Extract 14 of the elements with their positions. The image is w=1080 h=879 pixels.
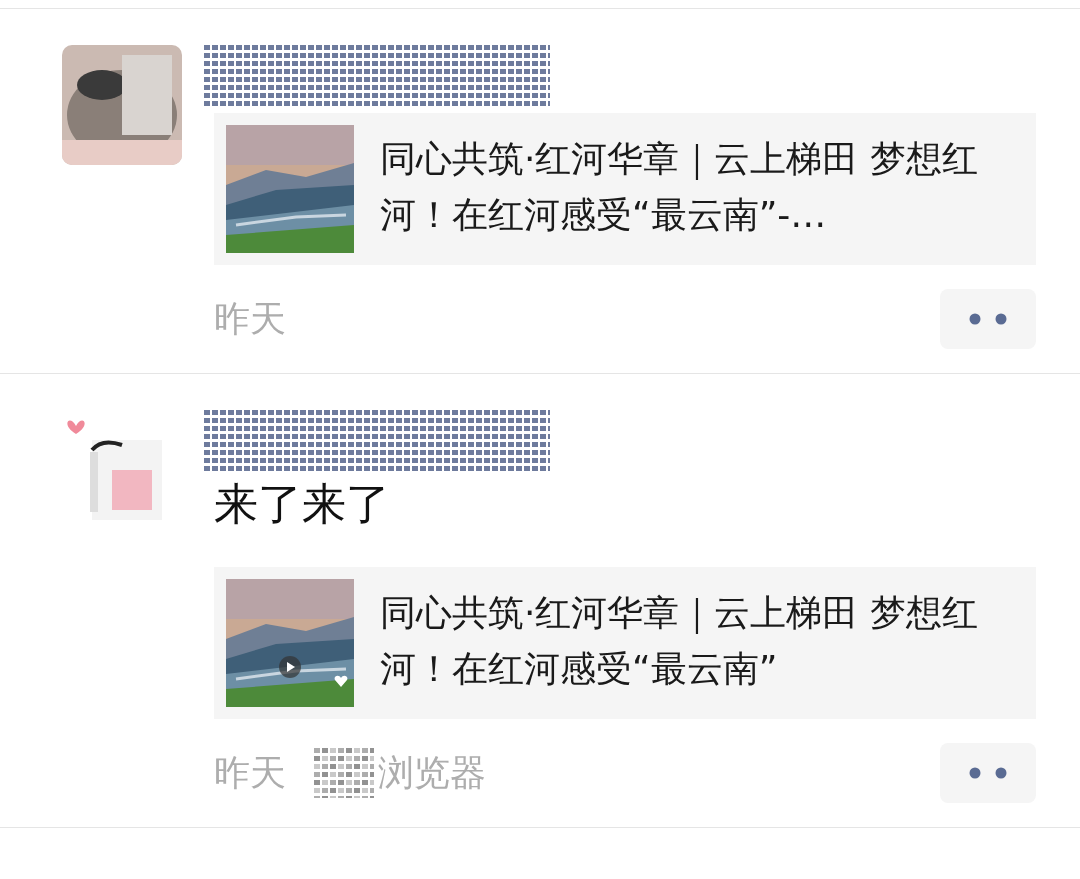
link-title: 同心共筑·红河华章｜云上梯田 梦想红河！在红河感受“最云南”-… (380, 137, 979, 237)
link-title: 同心共筑·红河华章｜云上梯田 梦想红河！在红河感受“最云南” (380, 590, 979, 691)
link-card[interactable]: 同心共筑·红河华章｜云上梯田 梦想红河！在红河感受“最云南”-… (214, 113, 1036, 265)
post-text: 来了来了 (214, 478, 391, 531)
more-button[interactable] (940, 742, 1036, 803)
post-time: 昨天 (214, 297, 286, 341)
link-card[interactable]: 同心共筑·红河华章｜云上梯田 梦想红河！在红河感受“最云南” (214, 566, 1036, 719)
pixelated-text-drawing (314, 747, 374, 798)
more-button[interactable] (940, 289, 1036, 349)
source-text: 浏览器 (378, 750, 486, 795)
more-icon (969, 766, 1007, 779)
heart-icon (334, 674, 348, 687)
post-time: 昨天 (214, 750, 286, 795)
more-icon (969, 313, 1007, 325)
